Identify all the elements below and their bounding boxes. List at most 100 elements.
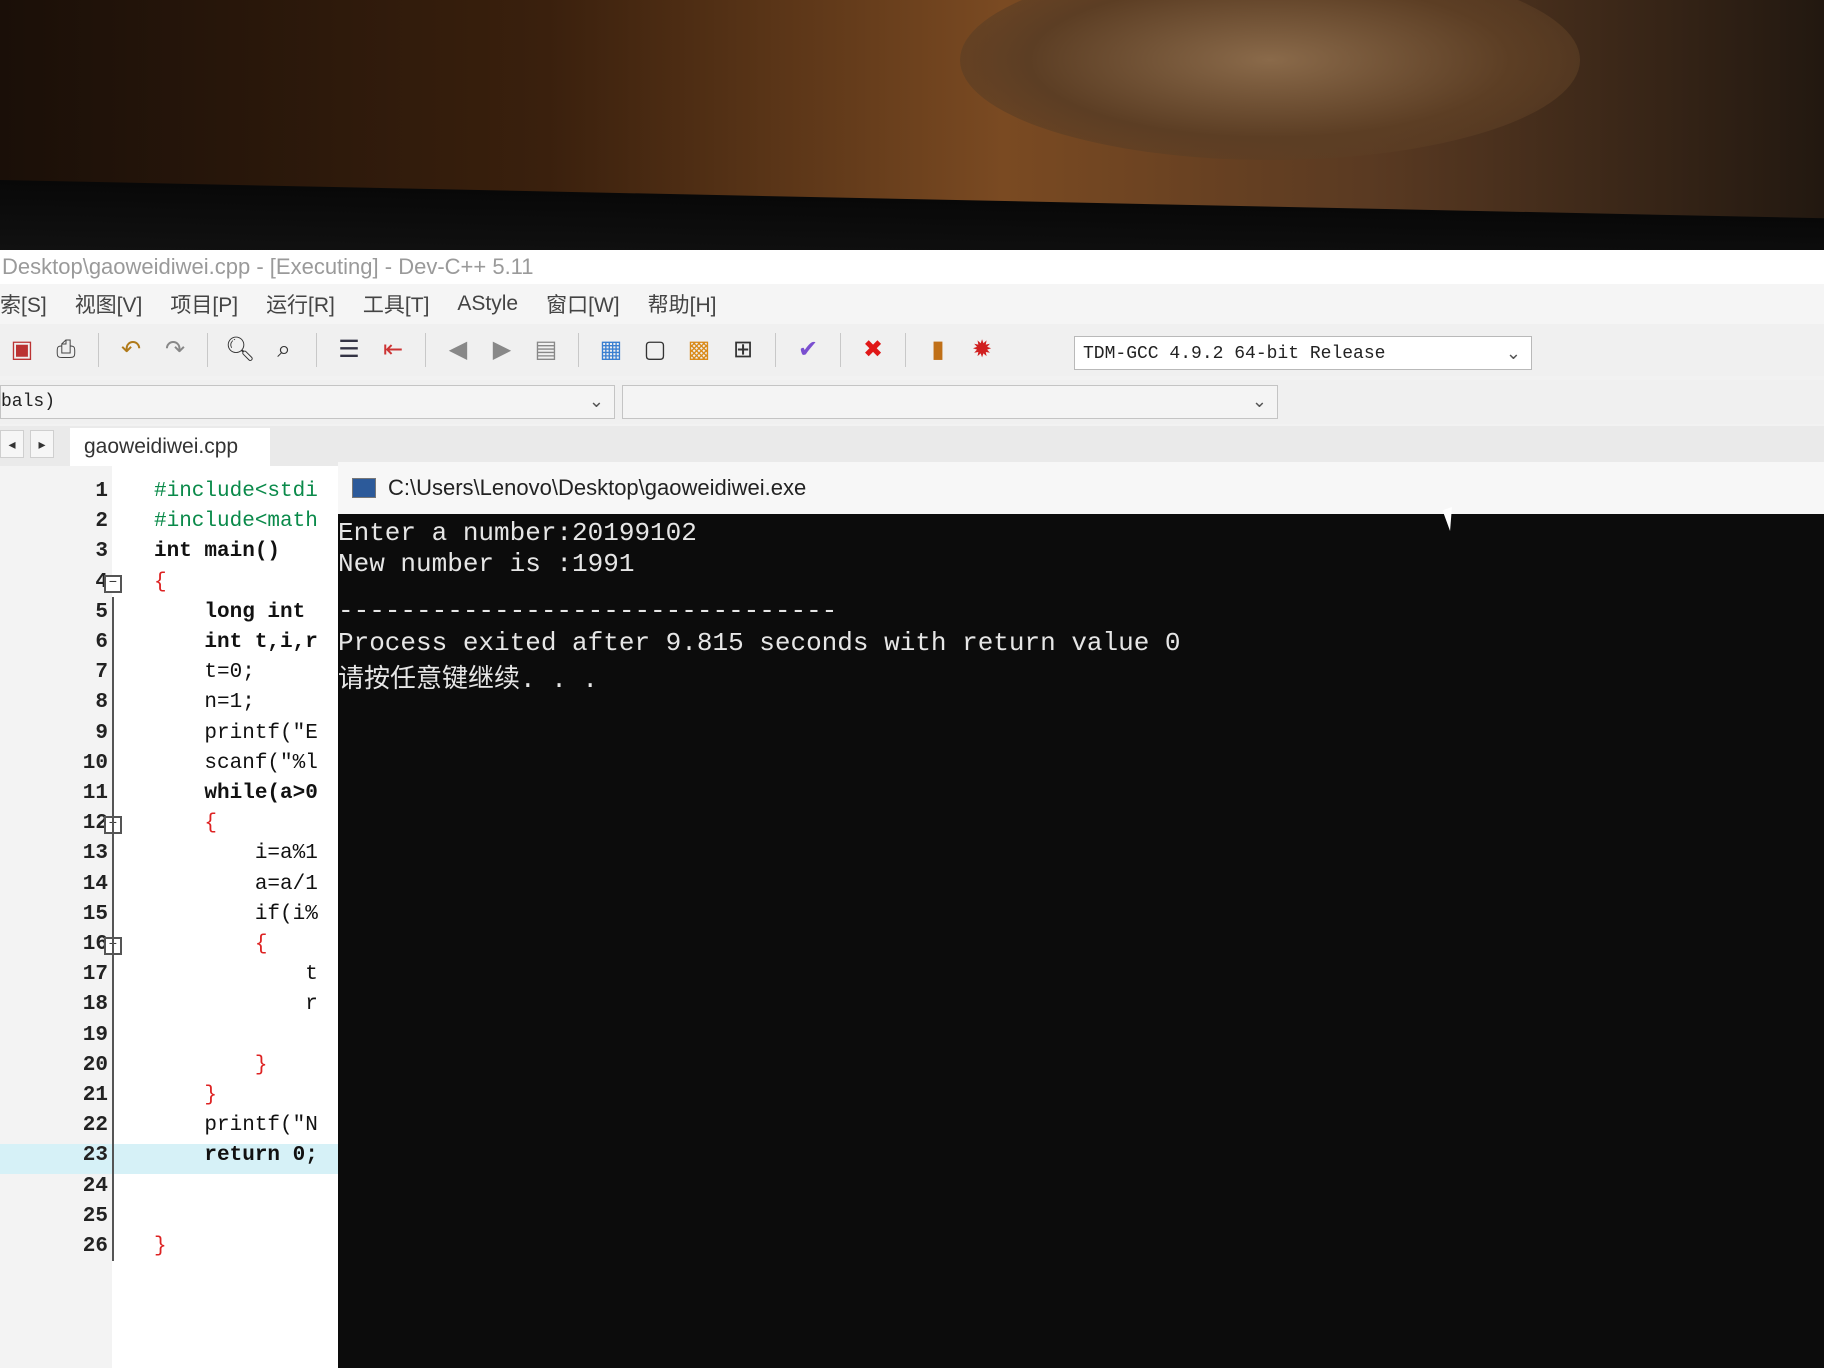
print-icon[interactable]: ⎙ [50, 334, 82, 366]
code-text: int main() [154, 540, 281, 564]
chevron-down-icon: ⌄ [588, 391, 604, 412]
line-number: 25 [82, 1204, 108, 1228]
stop-icon[interactable]: ✖ [857, 334, 889, 366]
code-text: a=a/1 [154, 872, 318, 896]
unindent-icon[interactable]: ⇤ [377, 334, 409, 366]
tab-file[interactable]: gaoweidiwei.cpp [70, 428, 270, 466]
new-project-icon[interactable]: ▦ [595, 334, 627, 366]
line-number: 9 [95, 721, 108, 745]
code-line: 20 } [0, 1054, 340, 1084]
line-number: 15 [82, 902, 108, 926]
toolbar-separator [316, 333, 317, 367]
menu-item-window[interactable]: 窗口[W] [546, 289, 620, 319]
toolbar-separator [775, 333, 776, 367]
line-number: 12 [82, 812, 108, 836]
toolbar-separator [98, 333, 99, 367]
code-text: printf("N [154, 1114, 318, 1138]
code-text: t=0; [154, 661, 255, 685]
code-text: n=1; [154, 691, 255, 715]
member-combo[interactable]: ⌄ [622, 385, 1278, 419]
console-window: C:\Users\Lenovo\Desktop\gaoweidiwei.exe … [338, 462, 1824, 1368]
compiler-select[interactable]: TDM-GCC 4.9.2 64-bit Release ⌄ [1074, 336, 1532, 370]
menu-item-search[interactable]: 索[S] [0, 289, 47, 319]
class-combo[interactable]: bals) ⌄ [0, 385, 615, 419]
console-line: Enter a number:20199102 [338, 518, 697, 548]
code-text: long int [154, 600, 306, 624]
line-number: 16 [82, 933, 108, 956]
replace-icon[interactable]: ⌕ [268, 334, 300, 366]
bookmark-next-icon[interactable]: ▶ [486, 334, 518, 366]
code-text: i=a%1 [154, 842, 318, 866]
window-icon[interactable]: ▢ [639, 334, 671, 366]
code-text: scanf("%l [154, 751, 318, 775]
code-line: 4− { [0, 571, 340, 601]
code-line: 14 a=a/1 [0, 873, 340, 903]
code-line: 2 #include<math [0, 510, 340, 540]
find-icon[interactable]: 🔍︎ [224, 334, 256, 366]
compiler-select-value: TDM-GCC 4.9.2 64-bit Release [1083, 344, 1386, 364]
code-text: } [154, 1053, 268, 1077]
line-number: 5 [95, 600, 108, 624]
code-text: r [154, 993, 318, 1017]
bookmark-prev-icon[interactable]: ◀ [442, 334, 474, 366]
close-all-icon[interactable]: ▣ [6, 334, 38, 366]
line-number: 22 [82, 1114, 108, 1138]
chart-icon[interactable]: ▮ [922, 334, 954, 366]
console-line: Process exited after 9.815 seconds with … [338, 628, 1181, 658]
line-number: 18 [82, 993, 108, 1017]
check-icon[interactable]: ✔ [792, 334, 824, 366]
menu-item-view[interactable]: 视图[V] [75, 289, 143, 319]
class-combo-value: bals) [1, 392, 56, 412]
debug-icon[interactable]: ✹ [966, 334, 998, 366]
console-line: New number is :1991 [338, 549, 635, 579]
code-text: { [154, 933, 268, 956]
menu-item-project[interactable]: 项目[P] [170, 289, 238, 319]
line-number: 13 [82, 842, 108, 866]
grid-icon[interactable]: ⊞ [727, 334, 759, 366]
code-editor[interactable]: 1 #include<stdi 2 #include<math 3 int main() 4… [0, 466, 340, 1368]
code-line: 7 t=0; [0, 661, 340, 691]
redo-icon[interactable]: ↷ [159, 334, 191, 366]
line-number: 1 [95, 480, 108, 503]
code-line: 23 return 0; [0, 1144, 340, 1175]
menu-item-astyle[interactable]: AStyle [457, 292, 518, 316]
chevron-down-icon: ⌄ [1251, 391, 1267, 412]
tab-prev-icon[interactable]: ◂ [0, 430, 24, 458]
toolbar-separator [207, 333, 208, 367]
code-line: 26} [0, 1235, 340, 1265]
console-output[interactable]: Enter a number:20199102 New number is :19… [338, 518, 1824, 1368]
editor-tabs [0, 426, 1824, 466]
menu-item-tools[interactable]: 工具[T] [363, 289, 430, 319]
toolbar-separator [840, 333, 841, 367]
code-line: 8 n=1; [0, 691, 340, 721]
line-number: 7 [95, 661, 108, 685]
tab-next-icon[interactable]: ▸ [30, 430, 54, 458]
fold-toggle-icon[interactable]: − [104, 574, 122, 593]
indent-icon[interactable]: ☰ [333, 334, 365, 366]
line-number: 4 [95, 570, 108, 594]
line-number: 24 [82, 1174, 108, 1198]
code-line: 9 printf("E [0, 722, 340, 752]
code-text: return 0; [154, 1144, 318, 1168]
menu-item-run[interactable]: 运行[R] [266, 289, 335, 319]
toolbar-separator [905, 333, 906, 367]
menu-item-help[interactable]: 帮助[H] [648, 289, 717, 319]
console-line: 请按任意键继续. . . [338, 665, 599, 695]
code-text: { [154, 570, 167, 594]
code-line: 1 #include<stdi [0, 480, 340, 510]
console-title: C:\Users\Lenovo\Desktop\gaoweidiwei.exe [388, 475, 807, 500]
code-text: while(a>0 [154, 782, 318, 805]
console-line: -------------------------------- [338, 596, 838, 626]
toolbar-separator [425, 333, 426, 367]
line-number: 3 [95, 540, 108, 564]
menu-bar: 索[S] 视图[V] 项目[P] 运行[R] 工具[T] AStyle 窗口[W… [0, 284, 1824, 324]
compile-icon[interactable]: ▩ [683, 334, 715, 366]
code-line: 22 printf("N [0, 1114, 340, 1144]
code-line: 6 int t,i,r [0, 631, 340, 661]
undo-icon[interactable]: ↶ [115, 334, 147, 366]
fold-guide [112, 596, 114, 1261]
code-line: 5 long int [0, 601, 340, 631]
bookmark-icon[interactable]: ▤ [530, 334, 562, 366]
code-line: 25 [0, 1205, 340, 1235]
code-line: 10 scanf("%l [0, 752, 340, 782]
